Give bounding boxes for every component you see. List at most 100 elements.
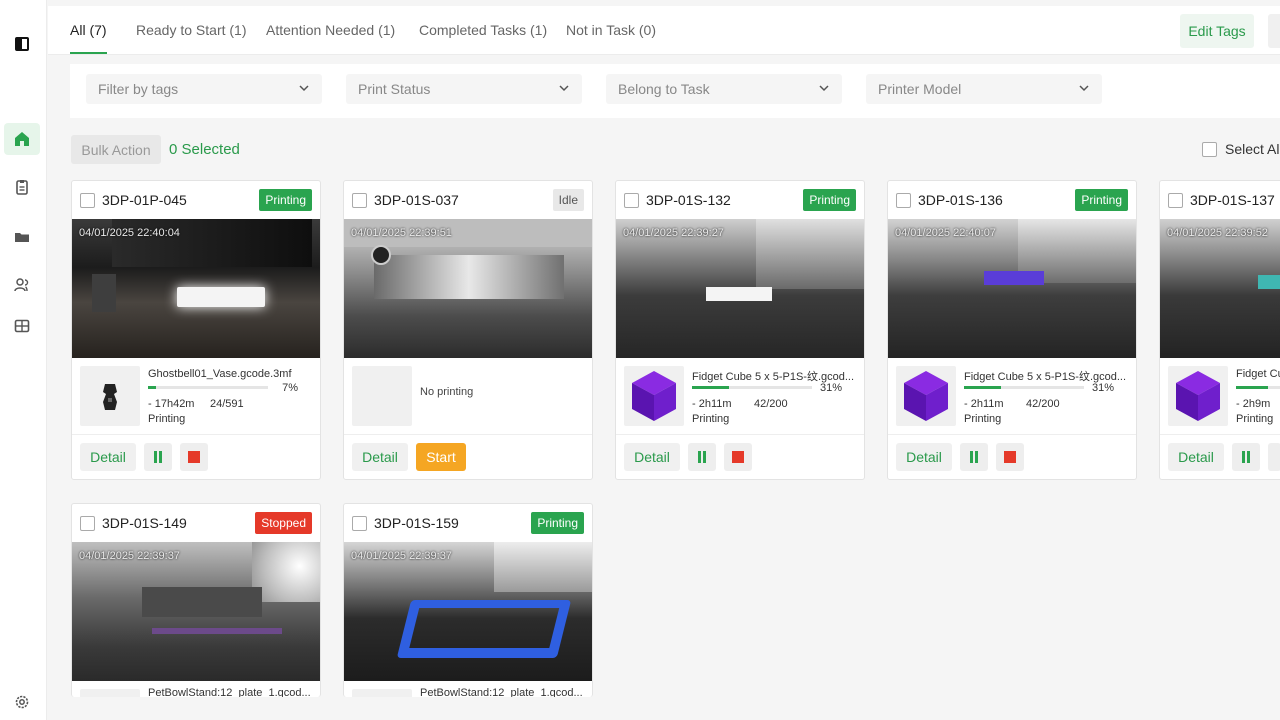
- status-badge: Printing: [1075, 189, 1128, 211]
- progress-bar: [964, 386, 1084, 389]
- print-state: Printing: [1236, 413, 1274, 425]
- pause-button[interactable]: [1232, 443, 1260, 471]
- stop-button[interactable]: [724, 443, 752, 471]
- printer-card: 3DP-01P-045 Printing 04/01/2025 22:40:04…: [71, 180, 321, 480]
- detail-button[interactable]: Detail: [896, 443, 952, 471]
- printer-checkbox[interactable]: [1168, 193, 1183, 208]
- printer-name: 3DP-01S-037: [374, 192, 459, 208]
- time-remaining: - 2h11m: [692, 398, 732, 410]
- layer-count: 24/591: [210, 398, 244, 410]
- users-icon[interactable]: [4, 269, 40, 301]
- tab-ready-to-start[interactable]: Ready to Start (1): [136, 22, 247, 38]
- belong-to-task-placeholder: Belong to Task: [618, 81, 710, 97]
- camera-feed[interactable]: 04/01/2025 22:40:04: [72, 219, 320, 358]
- camera-timestamp: 04/01/2025 22:39:27: [623, 227, 724, 239]
- stop-icon: [188, 451, 200, 463]
- stop-button[interactable]: [180, 443, 208, 471]
- tab-completed-tasks[interactable]: Completed Tasks (1): [419, 22, 547, 38]
- home-icon[interactable]: [4, 123, 40, 155]
- clipboard-icon[interactable]: [4, 171, 40, 203]
- printer-card: 3DP-01S-132 Printing 04/01/2025 22:39:27…: [615, 180, 865, 480]
- progress-percent: 7%: [282, 382, 298, 394]
- tab-not-in-task[interactable]: Not in Task (0): [566, 22, 656, 38]
- selected-count: 0 Selected: [169, 141, 240, 158]
- camera-feed[interactable]: 04/01/2025 22:39:27: [616, 219, 864, 358]
- camera-feed[interactable]: 04/01/2025 22:40:07: [888, 219, 1136, 358]
- stop-button[interactable]: [996, 443, 1024, 471]
- print-state: Printing: [692, 413, 730, 425]
- bulk-action-button[interactable]: Bulk Action: [71, 135, 161, 164]
- time-remaining: - 2h11m: [964, 398, 1004, 410]
- camera-timestamp: 04/01/2025 22:39:37: [79, 550, 180, 562]
- grid-icon[interactable]: [4, 310, 40, 342]
- printer-card: 3DP-01S-149 Stopped 04/01/2025 22:39:37 …: [71, 503, 321, 697]
- tags-filter-placeholder: Filter by tags: [98, 81, 179, 97]
- progress-fill: [692, 386, 730, 389]
- detail-button[interactable]: Detail: [1168, 443, 1224, 471]
- camera-timestamp: 04/01/2025 22:39:37: [351, 550, 452, 562]
- camera-feed[interactable]: 04/01/2025 22:39:37: [344, 542, 592, 681]
- chevron-down-icon: [559, 85, 569, 92]
- pause-button[interactable]: [688, 443, 716, 471]
- layer-count: 42/200: [1026, 398, 1060, 410]
- detail-button[interactable]: Detail: [352, 443, 408, 471]
- progress-bar: [692, 386, 812, 389]
- more-button[interactable]: [1268, 14, 1280, 48]
- time-remaining: - 17h42m: [148, 398, 195, 410]
- printer-checkbox[interactable]: [80, 516, 95, 531]
- print-state: Printing: [964, 413, 1002, 425]
- status-badge: Printing: [803, 189, 856, 211]
- printer-checkbox[interactable]: [624, 193, 639, 208]
- camera-timestamp: 04/01/2025 22:39:52: [1167, 227, 1268, 239]
- progress-fill: [148, 386, 157, 389]
- tab-attention-needed[interactable]: Attention Needed (1): [266, 22, 395, 38]
- printer-name: 3DP-01S-149: [102, 515, 187, 531]
- pause-button[interactable]: [144, 443, 172, 471]
- camera-feed[interactable]: 04/01/2025 22:39:37: [72, 542, 320, 681]
- printer-name: 3DP-01S-159: [374, 515, 459, 531]
- camera-feed[interactable]: 04/01/2025 22:39:52: [1160, 219, 1280, 358]
- printer-model-select[interactable]: Printer Model: [866, 74, 1102, 104]
- settings-gear-icon[interactable]: [4, 686, 40, 718]
- file-name: Ghostbell01_Vase.gcode.3mf: [148, 368, 292, 380]
- printer-checkbox[interactable]: [352, 193, 367, 208]
- camera-timestamp: 04/01/2025 22:39:51: [351, 227, 452, 239]
- print-state: Printing: [148, 413, 186, 425]
- sidebar-toggle-icon[interactable]: [4, 28, 40, 60]
- status-badge: Stopped: [255, 512, 312, 534]
- detail-button[interactable]: Detail: [624, 443, 680, 471]
- pause-button[interactable]: [960, 443, 988, 471]
- print-status-placeholder: Print Status: [358, 81, 431, 97]
- status-badge: Idle: [552, 189, 584, 211]
- select-all-control[interactable]: Select All: [1202, 141, 1280, 157]
- select-all-label: Select All: [1225, 141, 1280, 157]
- start-button[interactable]: Start: [416, 443, 466, 471]
- printer-name: 3DP-01P-045: [102, 192, 187, 208]
- printer-checkbox[interactable]: [352, 516, 367, 531]
- model-thumbnail: [624, 366, 684, 426]
- select-all-checkbox[interactable]: [1202, 141, 1217, 157]
- print-status-select[interactable]: Print Status: [346, 74, 582, 104]
- progress-percent: 31%: [819, 382, 842, 394]
- belong-to-task-select[interactable]: Belong to Task: [606, 74, 842, 104]
- tab-all[interactable]: All (7): [70, 22, 107, 54]
- printer-checkbox[interactable]: [896, 193, 911, 208]
- filter-bar: Filter by tags Print Status Belong to Ta…: [70, 64, 1280, 118]
- pause-icon: [1242, 451, 1250, 463]
- time-remaining: - 2h9m: [1236, 398, 1271, 410]
- status-badge: Printing: [531, 512, 584, 534]
- edit-tags-button[interactable]: Edit Tags: [1180, 14, 1254, 48]
- file-name: Fidget Cu: [1236, 368, 1280, 380]
- printer-name: 3DP-01S-137: [1190, 192, 1275, 208]
- camera-feed[interactable]: 04/01/2025 22:39:51: [344, 219, 592, 358]
- folder-icon[interactable]: [4, 221, 40, 253]
- stop-button[interactable]: [1268, 443, 1280, 471]
- printer-checkbox[interactable]: [80, 193, 95, 208]
- detail-button[interactable]: Detail: [80, 443, 136, 471]
- printer-name: 3DP-01S-136: [918, 192, 1003, 208]
- stop-icon: [732, 451, 744, 463]
- tags-filter-select[interactable]: Filter by tags: [86, 74, 322, 104]
- status-tabs: All (7) Ready to Start (1) Attention Nee…: [48, 6, 1280, 55]
- printer-card: 3DP-01S-137 04/01/2025 22:39:52 Fidget C…: [1159, 180, 1280, 480]
- printer-card: 3DP-01S-136 Printing 04/01/2025 22:40:07…: [887, 180, 1137, 480]
